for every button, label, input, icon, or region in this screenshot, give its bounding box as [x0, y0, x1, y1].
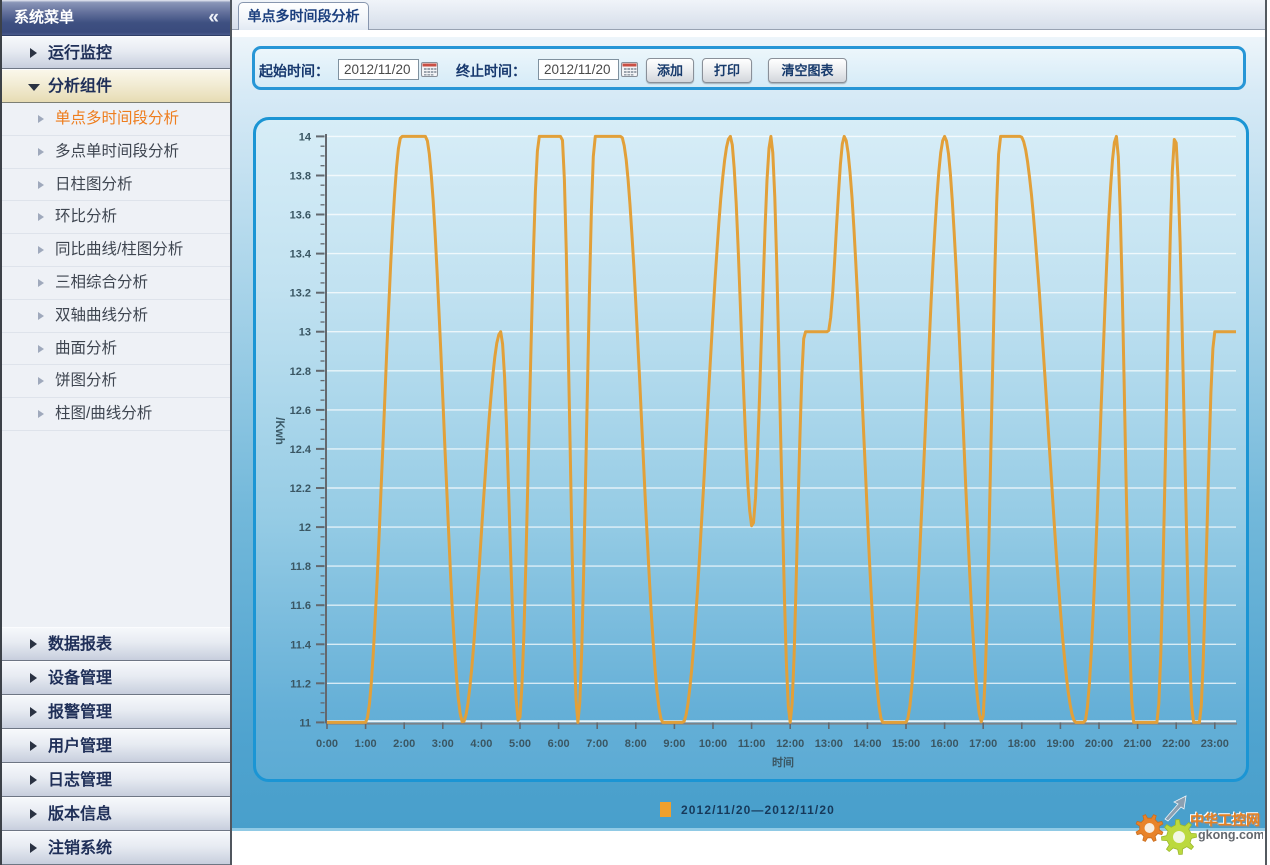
svg-text:12.6: 12.6 [290, 405, 311, 417]
svg-text:14: 14 [299, 131, 312, 143]
svg-text:16:00: 16:00 [931, 738, 959, 750]
svg-text:5:00: 5:00 [509, 738, 531, 750]
svg-text:15:00: 15:00 [892, 738, 920, 750]
svg-text:1:00: 1:00 [355, 738, 377, 750]
svg-text:11:00: 11:00 [738, 738, 766, 750]
svg-text:12.2: 12.2 [290, 483, 311, 495]
svg-text:时间: 时间 [772, 755, 794, 769]
svg-text:13.4: 13.4 [290, 249, 312, 261]
svg-text:13.6: 13.6 [290, 210, 311, 222]
svg-text:8:00: 8:00 [625, 738, 647, 750]
svg-text:3:00: 3:00 [432, 738, 454, 750]
svg-text:中华工控网: 中华工控网 [1190, 812, 1260, 828]
svg-text:7:00: 7:00 [586, 738, 608, 750]
svg-text:12:00: 12:00 [776, 738, 804, 750]
svg-text:12: 12 [299, 522, 311, 534]
svg-text:18:00: 18:00 [1008, 738, 1036, 750]
svg-text:2:00: 2:00 [393, 738, 415, 750]
svg-text:13.2: 13.2 [290, 288, 311, 300]
svg-text:4:00: 4:00 [470, 738, 492, 750]
svg-text:12.4: 12.4 [290, 444, 312, 456]
svg-text:11.2: 11.2 [290, 678, 311, 690]
svg-text:13: 13 [299, 327, 311, 339]
svg-text:14:00: 14:00 [853, 738, 881, 750]
svg-text:9:00: 9:00 [663, 738, 685, 750]
svg-text:11.8: 11.8 [290, 561, 311, 573]
svg-text:11: 11 [299, 717, 311, 729]
svg-text:20:00: 20:00 [1085, 738, 1113, 750]
svg-text:12.8: 12.8 [290, 366, 311, 378]
svg-text:11.4: 11.4 [290, 639, 312, 651]
svg-text:21:00: 21:00 [1124, 738, 1152, 750]
svg-text:10:00: 10:00 [699, 738, 727, 750]
svg-text:22:00: 22:00 [1162, 738, 1190, 750]
svg-text:gkong.com: gkong.com [1198, 828, 1263, 842]
svg-text:13:00: 13:00 [815, 738, 843, 750]
svg-text:17:00: 17:00 [969, 738, 997, 750]
svg-text:19:00: 19:00 [1046, 738, 1074, 750]
svg-text:23:00: 23:00 [1201, 738, 1229, 750]
svg-text:0:00: 0:00 [316, 738, 338, 750]
svg-text:/Kwh: /Kwh [273, 417, 285, 444]
svg-text:6:00: 6:00 [548, 738, 570, 750]
svg-text:11.6: 11.6 [290, 600, 311, 612]
svg-text:13.8: 13.8 [290, 171, 311, 183]
